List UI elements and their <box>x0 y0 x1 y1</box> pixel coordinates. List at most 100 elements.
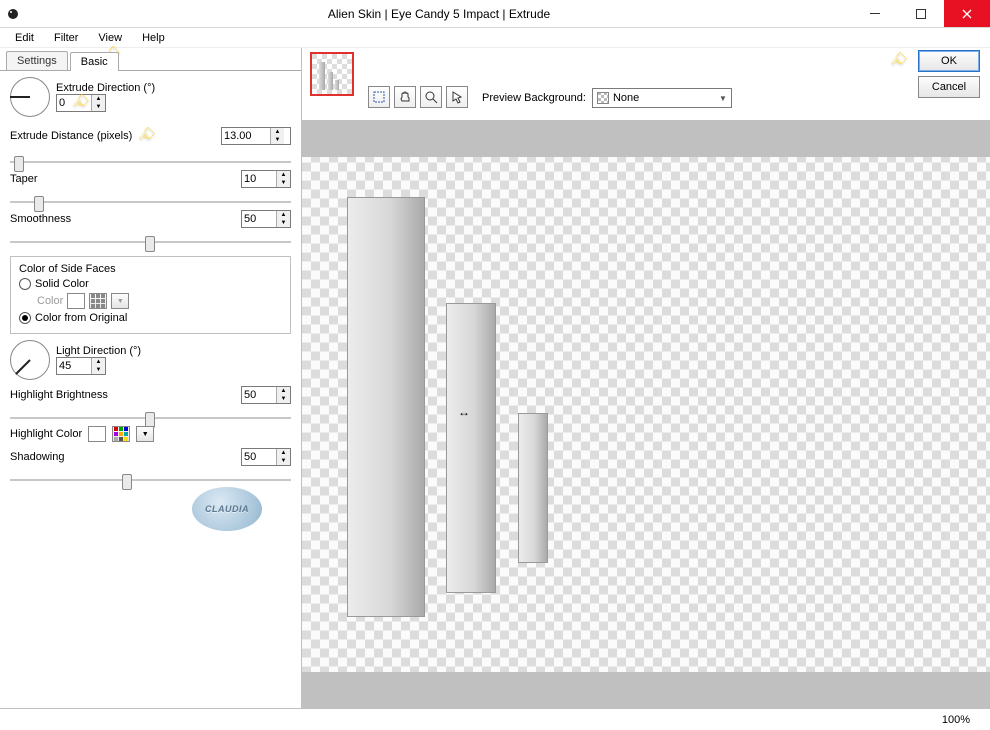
light-direction-label: Light Direction (°) <box>56 345 141 357</box>
preview-panel: Preview Background: None ▼ ☞ OK Cancel <box>302 48 990 708</box>
dropdown-icon[interactable]: ▼ <box>136 426 154 442</box>
spin-down-icon[interactable]: ▼ <box>277 395 290 403</box>
solid-color-label: Solid Color <box>35 278 89 290</box>
extruded-bar <box>446 303 496 593</box>
highlight-brightness-slider[interactable] <box>10 410 291 426</box>
menu-edit[interactable]: Edit <box>6 30 43 46</box>
maximize-button[interactable] <box>898 0 944 27</box>
settings-panel: Settings Basic ☞ Extrude Direction (°) ▲… <box>0 48 302 708</box>
menu-view[interactable]: View <box>89 30 131 46</box>
cancel-button[interactable]: Cancel <box>918 76 980 98</box>
shadowing-row: Shadowing ▲▼ <box>10 448 291 466</box>
extrude-distance-value[interactable] <box>222 128 270 144</box>
tab-basic[interactable]: Basic <box>70 52 119 71</box>
extrude-distance-slider[interactable] <box>10 154 291 170</box>
taper-value[interactable] <box>242 171 276 187</box>
preview-thumbnail[interactable] <box>310 52 354 96</box>
window-title: Alien Skin | Eye Candy 5 Impact | Extrud… <box>26 7 852 21</box>
spin-up-icon[interactable]: ▲ <box>92 95 105 103</box>
spin-down-icon[interactable]: ▼ <box>277 457 290 465</box>
smoothness-row: Smoothness ▲▼ <box>10 210 291 228</box>
highlight-brightness-row: Highlight Brightness ▲▼ <box>10 386 291 404</box>
color-sublabel: Color <box>37 295 63 307</box>
color-palette-button <box>89 293 107 309</box>
shadowing-value[interactable] <box>242 449 276 465</box>
extruded-bar <box>347 197 425 617</box>
solid-color-radio[interactable]: Solid Color <box>19 278 282 290</box>
highlight-brightness-input[interactable]: ▲▼ <box>241 386 291 404</box>
extrude-distance-label: Extrude Distance (pixels) <box>10 130 132 142</box>
taper-input[interactable]: ▲▼ <box>241 170 291 188</box>
taper-row: Taper ▲▼ <box>10 170 291 188</box>
light-direction-dial[interactable] <box>10 340 50 380</box>
extruded-bar <box>518 413 548 563</box>
pointer-tool-icon[interactable] <box>446 86 468 108</box>
chevron-down-icon: ▼ <box>719 94 727 103</box>
spin-up-icon[interactable]: ▲ <box>277 211 290 219</box>
color-from-original-label: Color from Original <box>35 312 127 324</box>
light-direction-input[interactable]: ▲▼ <box>56 357 106 375</box>
shadowing-input[interactable]: ▲▼ <box>241 448 291 466</box>
zoom-tool-icon[interactable] <box>420 86 442 108</box>
statusbar: 100% <box>0 708 990 730</box>
shadowing-label: Shadowing <box>10 451 64 463</box>
highlight-color-row: Highlight Color ▼ <box>10 426 291 442</box>
menu-filter[interactable]: Filter <box>45 30 87 46</box>
spin-up-icon[interactable]: ▲ <box>277 449 290 457</box>
menubar: Edit Filter View Help <box>0 28 990 48</box>
spin-down-icon[interactable]: ▼ <box>271 136 284 144</box>
taper-label: Taper <box>10 173 38 185</box>
spin-down-icon[interactable]: ▼ <box>277 179 290 187</box>
smoothness-slider[interactable] <box>10 234 291 250</box>
solid-color-picker-row: Color ▼ <box>37 293 282 309</box>
extrude-direction-label: Extrude Direction (°) <box>56 82 291 94</box>
menu-help[interactable]: Help <box>133 30 174 46</box>
spin-up-icon[interactable]: ▲ <box>271 128 284 136</box>
pointer-hand-icon: ☞ <box>132 121 163 151</box>
close-button[interactable] <box>944 0 990 27</box>
ok-button[interactable]: OK <box>918 50 980 72</box>
light-direction-value[interactable] <box>57 358 91 374</box>
watermark-badge: CLAUDIA <box>192 487 262 531</box>
tab-settings[interactable]: Settings <box>6 51 68 70</box>
highlight-color-swatch[interactable] <box>88 426 106 442</box>
smoothness-input[interactable]: ▲▼ <box>241 210 291 228</box>
direction-dial[interactable] <box>10 77 50 117</box>
light-direction-row: Light Direction (°) ▲▼ <box>10 340 291 380</box>
smoothness-value[interactable] <box>242 211 276 227</box>
move-cursor-icon: ↔ <box>458 405 470 419</box>
pointer-hand-icon: ☞ <box>884 46 915 76</box>
spin-up-icon[interactable]: ▲ <box>277 171 290 179</box>
spin-down-icon[interactable]: ▼ <box>92 366 105 374</box>
highlight-brightness-label: Highlight Brightness <box>10 389 108 401</box>
taper-slider[interactable] <box>10 194 291 210</box>
spin-down-icon[interactable]: ▼ <box>277 219 290 227</box>
extrude-distance-input[interactable]: ▲▼ <box>221 127 291 145</box>
color-swatch <box>67 293 85 309</box>
color-from-original-radio[interactable]: Color from Original <box>19 312 282 324</box>
minimize-button[interactable] <box>852 0 898 27</box>
spin-down-icon[interactable]: ▼ <box>92 103 105 111</box>
zoom-level: 100% <box>942 714 970 726</box>
extrude-direction-row: Extrude Direction (°) ▲▼ ☞ <box>10 77 291 117</box>
highlight-color-palette-button[interactable] <box>112 426 130 442</box>
highlight-color-label: Highlight Color <box>10 428 82 440</box>
highlight-brightness-value[interactable] <box>242 387 276 403</box>
color-side-faces-group: Color of Side Faces Solid Color Color ▼ … <box>10 256 291 334</box>
spin-up-icon[interactable]: ▲ <box>277 387 290 395</box>
preview-canvas[interactable]: ↔ <box>302 120 990 708</box>
hand-tool-icon[interactable] <box>394 86 416 108</box>
preview-checker-bg: ↔ <box>302 157 990 672</box>
preview-bg-select[interactable]: None ▼ <box>592 88 732 108</box>
preview-toolbar: Preview Background: None ▼ ☞ OK Cancel <box>302 48 990 120</box>
preview-bg-value: None <box>613 92 639 104</box>
shadowing-slider[interactable] <box>10 472 291 488</box>
extrude-distance-row: Extrude Distance (pixels) ☞ ▲▼ <box>10 123 291 148</box>
smoothness-label: Smoothness <box>10 213 71 225</box>
spin-up-icon[interactable]: ▲ <box>92 358 105 366</box>
app-icon <box>0 7 26 21</box>
extrude-direction-input[interactable]: ▲▼ <box>56 94 106 112</box>
preview-bg-label: Preview Background: <box>482 92 586 104</box>
marquee-tool-icon[interactable] <box>368 86 390 108</box>
extrude-direction-value[interactable] <box>57 95 91 111</box>
